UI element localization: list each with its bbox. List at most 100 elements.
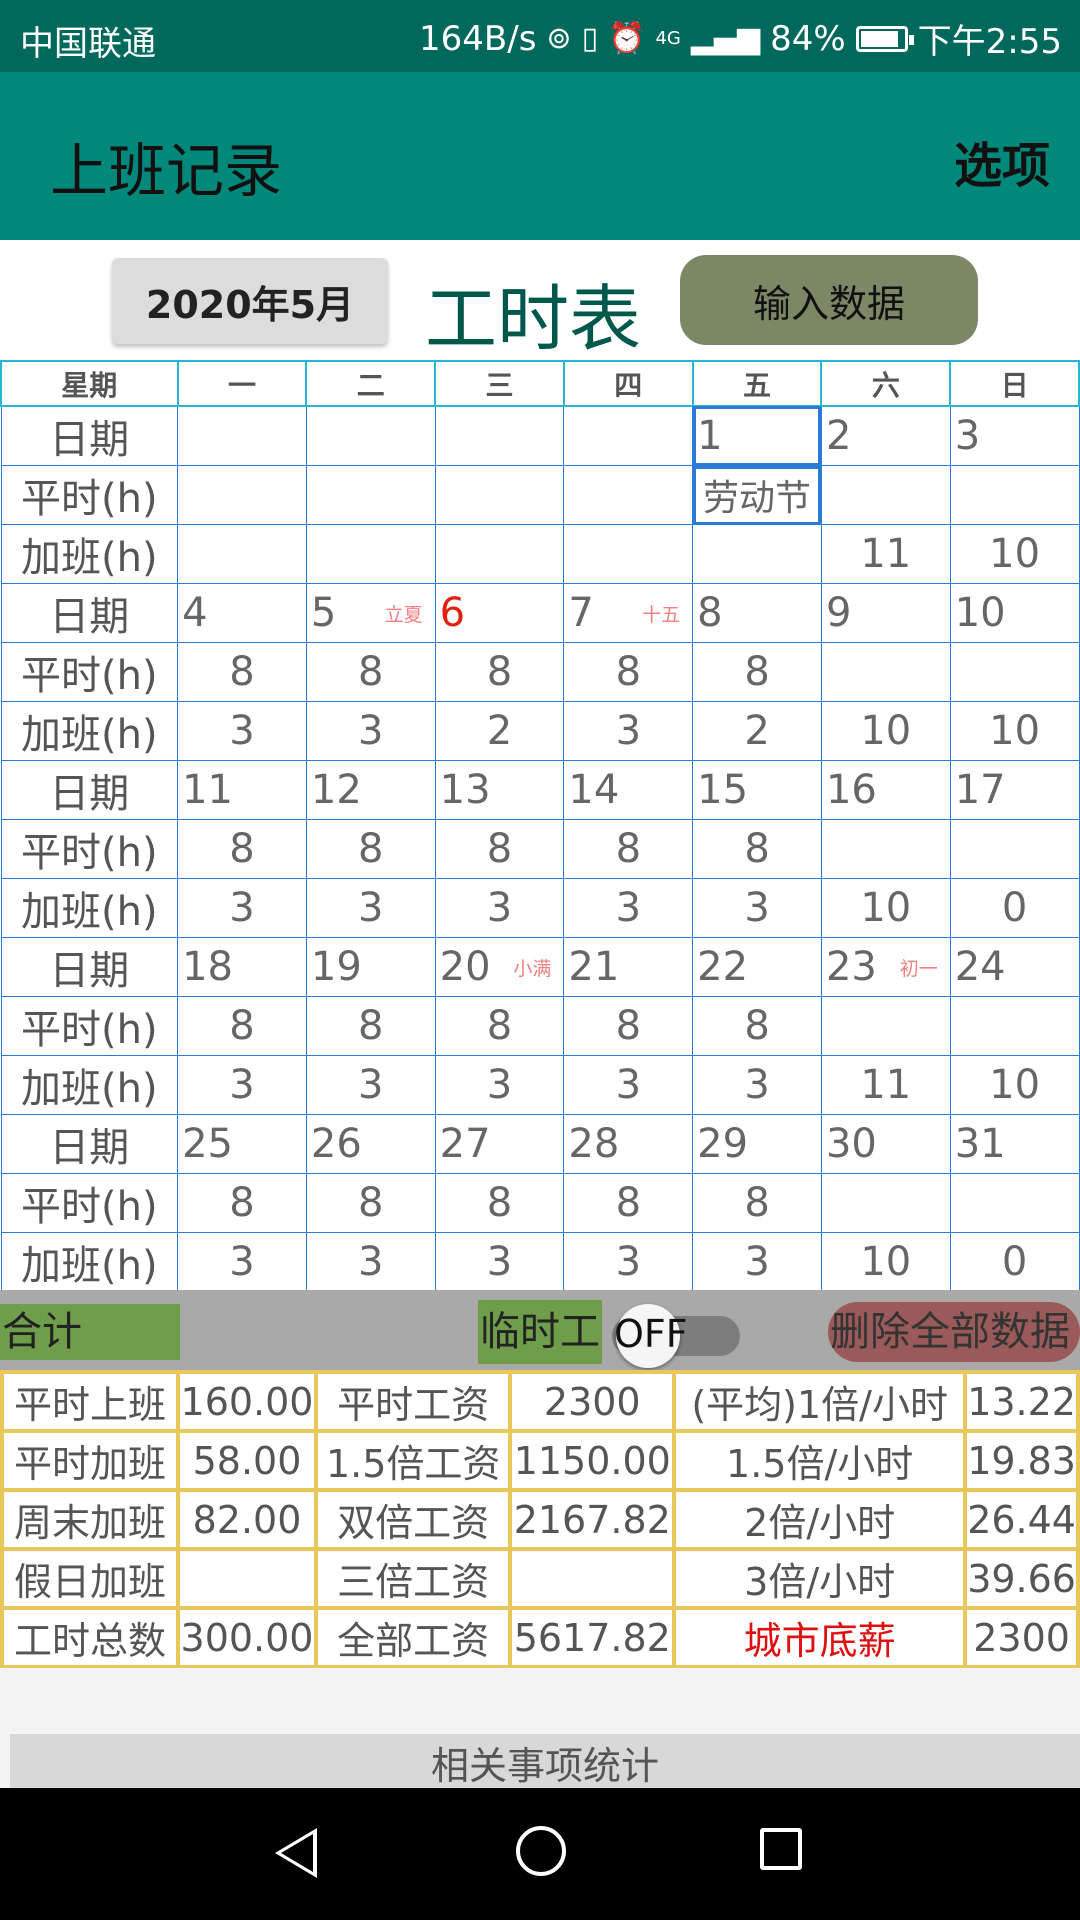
- date-cell[interactable]: 6: [434, 583, 565, 643]
- regular-hours-cell[interactable]: 8: [305, 1173, 436, 1233]
- overtime-hours-cell[interactable]: [177, 524, 307, 584]
- regular-hours-cell[interactable]: 8: [692, 1173, 822, 1233]
- regular-hours-cell[interactable]: [177, 465, 307, 525]
- delete-all-data-button[interactable]: 删除全部数据: [828, 1302, 1080, 1362]
- related-items-stats-button[interactable]: 相关事项统计: [10, 1734, 1080, 1788]
- regular-hours-cell[interactable]: 8: [692, 996, 822, 1056]
- date-cell[interactable]: 19: [305, 937, 436, 997]
- overtime-hours-cell[interactable]: 3: [692, 878, 822, 938]
- regular-hours-cell[interactable]: [820, 465, 951, 525]
- overtime-hours-cell[interactable]: 3: [305, 1232, 436, 1292]
- regular-hours-cell[interactable]: 8: [177, 819, 307, 879]
- month-selector-button[interactable]: 2020年5月: [112, 258, 388, 344]
- overtime-hours-cell[interactable]: 3: [177, 878, 307, 938]
- overtime-hours-cell[interactable]: 3: [563, 701, 694, 761]
- date-cell[interactable]: 13: [434, 760, 565, 820]
- overtime-hours-cell[interactable]: 3: [305, 1055, 436, 1115]
- regular-hours-cell[interactable]: 8: [434, 1173, 565, 1233]
- overtime-hours-cell[interactable]: [563, 524, 694, 584]
- regular-hours-cell[interactable]: [434, 465, 565, 525]
- overtime-hours-cell[interactable]: [434, 524, 565, 584]
- overtime-hours-cell[interactable]: 3: [434, 1055, 565, 1115]
- overtime-hours-cell[interactable]: 3: [563, 878, 694, 938]
- overtime-hours-cell[interactable]: 3: [434, 878, 565, 938]
- overtime-hours-cell[interactable]: 10: [949, 701, 1080, 761]
- overtime-hours-cell[interactable]: 3: [692, 1055, 822, 1115]
- overtime-hours-cell[interactable]: 10: [820, 701, 951, 761]
- date-cell[interactable]: 3: [949, 405, 1080, 466]
- date-cell[interactable]: [305, 405, 436, 466]
- options-menu-button[interactable]: 选项: [954, 126, 1050, 196]
- overtime-hours-cell[interactable]: 2: [434, 701, 565, 761]
- regular-hours-cell[interactable]: 8: [563, 642, 694, 702]
- regular-hours-cell[interactable]: 8: [563, 996, 694, 1056]
- regular-hours-cell[interactable]: 8: [434, 642, 565, 702]
- overtime-hours-cell[interactable]: 3: [563, 1055, 694, 1115]
- date-cell[interactable]: 27: [434, 1114, 565, 1174]
- date-cell[interactable]: 4: [177, 583, 307, 643]
- regular-hours-cell[interactable]: 劳动节: [692, 465, 822, 525]
- overtime-hours-cell[interactable]: [692, 524, 822, 584]
- overtime-hours-cell[interactable]: 2: [692, 701, 822, 761]
- input-data-button[interactable]: 输入数据: [680, 255, 978, 345]
- date-cell[interactable]: [434, 405, 565, 466]
- regular-hours-cell[interactable]: [563, 465, 694, 525]
- regular-hours-cell[interactable]: 8: [305, 642, 436, 702]
- date-cell[interactable]: 23 初一: [820, 937, 951, 997]
- date-cell[interactable]: 30: [820, 1114, 951, 1174]
- regular-hours-cell[interactable]: 8: [177, 1173, 307, 1233]
- overtime-hours-cell[interactable]: 0: [949, 878, 1080, 938]
- regular-hours-cell[interactable]: 8: [434, 996, 565, 1056]
- date-cell[interactable]: 20 小满: [434, 937, 565, 997]
- overtime-hours-cell[interactable]: 0: [949, 1232, 1080, 1292]
- regular-hours-cell[interactable]: 8: [177, 996, 307, 1056]
- overtime-hours-cell[interactable]: 3: [563, 1232, 694, 1292]
- overtime-hours-cell[interactable]: 11: [820, 1055, 951, 1115]
- date-cell[interactable]: 14: [563, 760, 694, 820]
- regular-hours-cell[interactable]: [820, 819, 951, 879]
- regular-hours-cell[interactable]: 8: [177, 642, 307, 702]
- date-cell[interactable]: 12: [305, 760, 436, 820]
- date-cell[interactable]: 25: [177, 1114, 307, 1174]
- overtime-hours-cell[interactable]: 3: [305, 701, 436, 761]
- date-cell[interactable]: 22: [692, 937, 822, 997]
- date-cell[interactable]: 26: [305, 1114, 436, 1174]
- date-cell[interactable]: 8: [692, 583, 822, 643]
- regular-hours-cell[interactable]: 8: [305, 996, 436, 1056]
- date-cell[interactable]: 24: [949, 937, 1080, 997]
- regular-hours-cell[interactable]: 8: [434, 819, 565, 879]
- regular-hours-cell[interactable]: 8: [305, 819, 436, 879]
- date-cell[interactable]: 9: [820, 583, 951, 643]
- date-cell[interactable]: [177, 405, 307, 466]
- regular-hours-cell[interactable]: [820, 1173, 951, 1233]
- recent-apps-icon[interactable]: [760, 1828, 802, 1870]
- regular-hours-cell[interactable]: [949, 996, 1080, 1056]
- date-cell[interactable]: 28: [563, 1114, 694, 1174]
- overtime-hours-cell[interactable]: 3: [177, 701, 307, 761]
- regular-hours-cell[interactable]: [949, 819, 1080, 879]
- back-icon[interactable]: [275, 1828, 317, 1878]
- date-cell[interactable]: 17: [949, 760, 1080, 820]
- overtime-hours-cell[interactable]: 10: [949, 524, 1080, 584]
- date-cell[interactable]: 31: [949, 1114, 1080, 1174]
- overtime-hours-cell[interactable]: 10: [949, 1055, 1080, 1115]
- regular-hours-cell[interactable]: [820, 996, 951, 1056]
- regular-hours-cell[interactable]: 8: [563, 1173, 694, 1233]
- date-cell[interactable]: 10: [949, 583, 1080, 643]
- overtime-hours-cell[interactable]: 10: [820, 1232, 951, 1292]
- regular-hours-cell[interactable]: [305, 465, 436, 525]
- regular-hours-cell[interactable]: [949, 1173, 1080, 1233]
- date-cell[interactable]: 29: [692, 1114, 822, 1174]
- home-icon[interactable]: [516, 1826, 566, 1876]
- date-cell[interactable]: 18: [177, 937, 307, 997]
- regular-hours-cell[interactable]: [949, 465, 1080, 525]
- date-cell[interactable]: 11: [177, 760, 307, 820]
- overtime-hours-cell[interactable]: 10: [820, 878, 951, 938]
- date-cell[interactable]: [563, 405, 694, 466]
- overtime-hours-cell[interactable]: 11: [820, 524, 951, 584]
- overtime-hours-cell[interactable]: 3: [692, 1232, 822, 1292]
- date-cell[interactable]: 15: [692, 760, 822, 820]
- date-cell[interactable]: 5 立夏: [305, 583, 436, 643]
- date-cell[interactable]: 16: [820, 760, 951, 820]
- regular-hours-cell[interactable]: [949, 642, 1080, 702]
